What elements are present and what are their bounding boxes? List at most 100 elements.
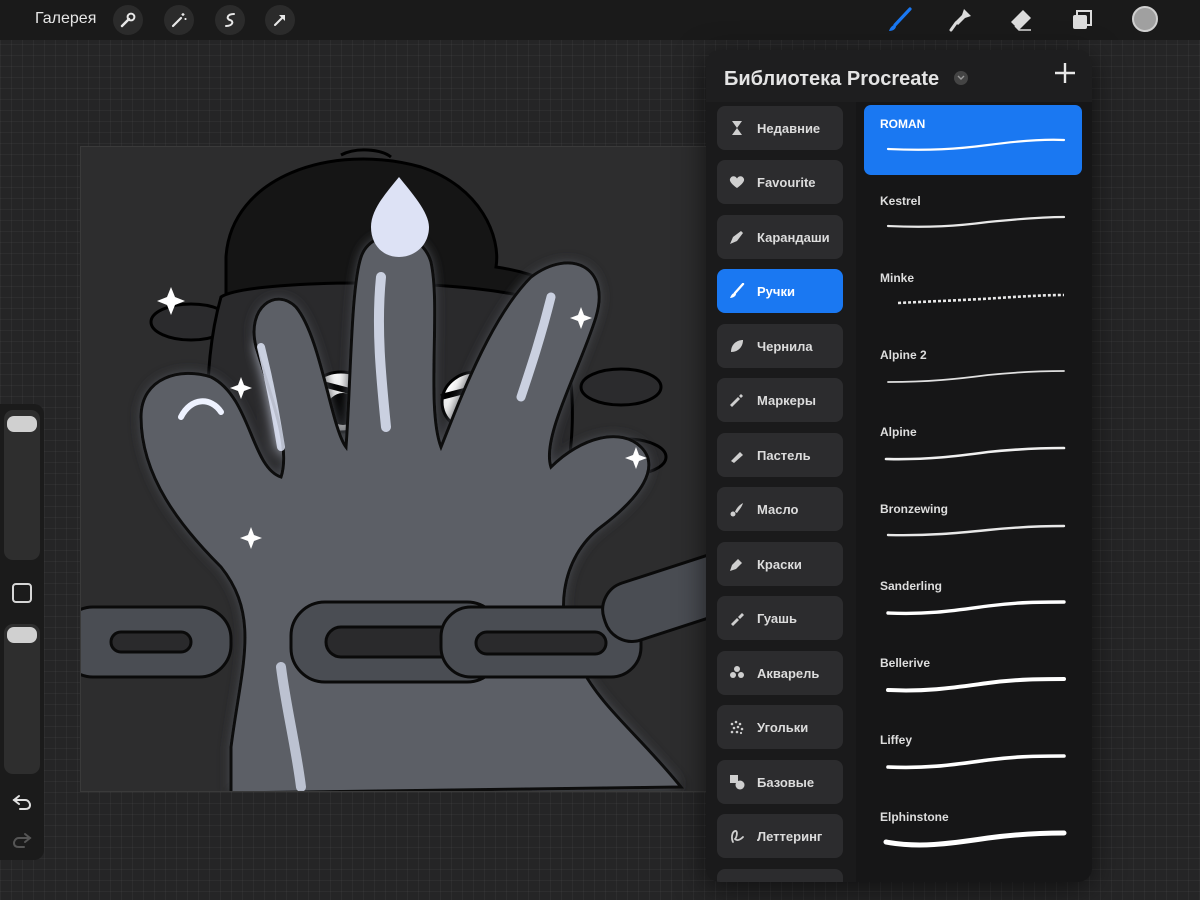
plus-icon: [1055, 63, 1075, 83]
brush-item-liffey[interactable]: Liffey: [864, 721, 1082, 791]
left-sidebar: [0, 404, 44, 860]
oil-brush-icon: [729, 501, 745, 517]
pencil-icon: [729, 229, 745, 245]
gouache-icon: [729, 610, 745, 626]
opacity-slider[interactable]: [4, 624, 40, 774]
brush-tool-button[interactable]: [883, 4, 917, 36]
brush-item-sanderling[interactable]: Sanderling: [864, 567, 1082, 637]
panel-title: Библиотека Procreate: [724, 68, 940, 90]
brush-item-elphinstone[interactable]: Elphinstone: [864, 798, 1082, 868]
brush-name: Kestrel: [880, 194, 921, 208]
selection-icon: [225, 13, 235, 27]
transform-button[interactable]: [265, 5, 295, 35]
paint-icon: [729, 556, 745, 572]
brush-set-label: Пастель: [757, 447, 811, 463]
brush-set-label: Краски: [757, 556, 802, 572]
brush-set-label: Акварель: [757, 665, 820, 681]
brush-item-alpine-2[interactable]: Alpine 2: [864, 336, 1082, 406]
smudge-tool-button[interactable]: [943, 4, 977, 36]
eraser-icon: [1011, 10, 1031, 31]
charcoal-icon: [729, 719, 745, 735]
brush-set-markers[interactable]: Маркеры: [717, 378, 843, 422]
brush-stroke-preview: [884, 446, 1066, 461]
brush-set-pens[interactable]: Ручки: [717, 269, 843, 313]
brush-set-recent[interactable]: Недавние: [717, 106, 843, 150]
brush-item-roman[interactable]: ROMAN: [864, 105, 1082, 175]
brush-set-basic[interactable]: Базовые: [717, 760, 843, 804]
brush-name: Bronzewing: [880, 502, 948, 516]
brush-stroke-preview: [897, 293, 1065, 305]
brush-item-alpine[interactable]: Alpine: [864, 413, 1082, 483]
heart-icon: [729, 174, 745, 190]
brush-set-label: Ручки: [757, 283, 795, 299]
magic-wand-icon: [171, 13, 187, 28]
brush-size-thumb[interactable]: [7, 416, 37, 432]
pen-icon: [729, 283, 745, 299]
brush-set-favourite[interactable]: Favourite: [717, 160, 843, 204]
brush-set-gouache[interactable]: Гуашь: [717, 596, 843, 640]
add-brush-set-button[interactable]: [1050, 60, 1080, 90]
brush-stroke-preview: [886, 600, 1066, 616]
redo-icon: [12, 833, 32, 848]
drawing-canvas[interactable]: [80, 146, 720, 792]
actions-button[interactable]: [113, 5, 143, 35]
undo-button[interactable]: [10, 790, 34, 814]
brush-name: ROMAN: [880, 117, 926, 131]
brush-name: Elphinstone: [880, 810, 949, 824]
brush-set-more[interactable]: [717, 869, 843, 882]
artwork-illustration: [81, 148, 719, 791]
brush-item-bellerive[interactable]: Bellerive: [864, 644, 1082, 714]
brush-stroke-preview: [887, 370, 1065, 383]
color-picker-button[interactable]: [1132, 6, 1158, 32]
brush-stroke-preview: [886, 215, 1066, 228]
brush-set-label: Базовые: [757, 774, 815, 790]
brush-item-bronzewing[interactable]: Bronzewing: [864, 490, 1082, 560]
smudge-icon: [949, 9, 971, 32]
brush-set-label: Карандаши: [757, 229, 830, 245]
layers-icon: [1073, 10, 1092, 29]
chevron-down-icon: [957, 75, 965, 80]
brush-set-charcoal[interactable]: Угольки: [717, 705, 843, 749]
brush-name: Bellerive: [880, 656, 931, 670]
brush-size-slider[interactable]: [4, 410, 40, 560]
brush-library-panel: Библиотека Procreate Недавние Favourite: [706, 50, 1092, 882]
brush-name: Sanderling: [880, 579, 943, 593]
brush-set-label: Масло: [757, 501, 799, 517]
brush-stroke-preview: [886, 524, 1066, 537]
brush-name: Minke: [880, 271, 915, 285]
brush-set-list: Недавние Favourite Карандаши Ручки Черни…: [706, 102, 856, 882]
brush-set-lettering[interactable]: Леттеринг: [717, 814, 843, 858]
pastel-icon: [729, 447, 745, 463]
modify-button[interactable]: [12, 583, 32, 603]
selection-button[interactable]: [215, 5, 245, 35]
brush-set-pastels[interactable]: Пастель: [717, 433, 843, 477]
brush-set-pencils[interactable]: Карандаши: [717, 215, 843, 259]
brush-set-oils[interactable]: Масло: [717, 487, 843, 531]
brush-stroke-preview: [886, 138, 1066, 151]
brush-stroke-preview: [883, 830, 1067, 848]
brush-item-kestrel[interactable]: Kestrel: [864, 182, 1082, 252]
hourglass-icon: [729, 120, 745, 136]
opacity-thumb[interactable]: [7, 627, 37, 643]
layers-button[interactable]: [1065, 4, 1099, 36]
library-menu-button[interactable]: [954, 71, 968, 85]
watercolor-icon: [729, 665, 745, 681]
wrench-icon: [120, 12, 136, 28]
gallery-button[interactable]: Галерея: [35, 10, 96, 28]
marker-icon: [729, 392, 745, 408]
shapes-icon: [729, 774, 745, 790]
brush-set-inks[interactable]: Чернила: [717, 324, 843, 368]
brush-name: Alpine: [880, 425, 917, 439]
redo-button[interactable]: [10, 828, 34, 852]
brush-set-label: Угольки: [757, 719, 809, 735]
eraser-tool-button[interactable]: [1003, 4, 1037, 36]
brush-set-watercolor[interactable]: Акварель: [717, 651, 843, 695]
brush-name: Liffey: [880, 733, 913, 747]
brush-item-minke[interactable]: Minke: [864, 259, 1082, 329]
lettering-icon: [729, 828, 745, 844]
adjustments-button[interactable]: [164, 5, 194, 35]
brush-set-paints[interactable]: Краски: [717, 542, 843, 586]
ink-drop-icon: [729, 338, 745, 354]
brush-set-label: Favourite: [757, 174, 816, 190]
brush-set-label: Гуашь: [757, 610, 797, 626]
